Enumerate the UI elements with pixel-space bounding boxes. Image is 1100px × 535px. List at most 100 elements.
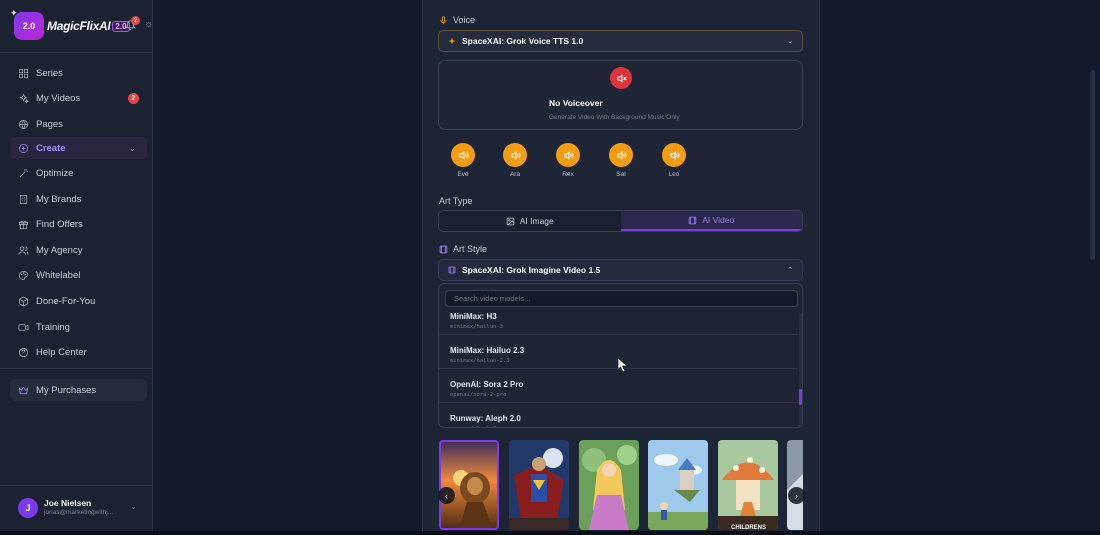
voice-name-leo: Leo	[668, 171, 680, 178]
brand[interactable]: ✦ 2.0 MagicFlixAI 2.0	[10, 8, 130, 40]
carousel-next-button[interactable]: ›	[788, 487, 805, 504]
brand-logo-badge: 2.0	[22, 21, 36, 31]
sidebar-item-label: My Agency	[36, 244, 83, 256]
art-type-section-label: Art Type	[439, 196, 472, 206]
sidebar-item-label: Help Center	[36, 346, 87, 358]
speaker-icon	[510, 150, 520, 160]
chevron-down-icon[interactable]: ⌄	[129, 144, 136, 153]
no-voiceover-title: No Voiceover	[549, 98, 603, 108]
sidebar: ✦ 2.0 MagicFlixAI 2.0 2 ☼ Series My Vide…	[0, 0, 153, 535]
sidebar-item-my-agency[interactable]: My Agency	[10, 239, 147, 261]
microphone-icon	[440, 15, 447, 24]
voice-select[interactable]: SpaceXAI: Grok Voice TTS 1.0 ⌄	[438, 30, 803, 52]
voice-name-ara: Ara	[509, 171, 521, 178]
voice-selected-value: SpaceXAI: Grok Voice TTS 1.0	[462, 36, 584, 46]
style-thumbnail-superhero[interactable]	[509, 440, 569, 530]
film-icon	[439, 245, 448, 253]
superhero-image	[509, 440, 569, 530]
brand-logo: ✦ 2.0	[10, 8, 44, 40]
avatar: J	[18, 498, 38, 518]
model-search-input[interactable]	[445, 290, 798, 307]
voice-option-rex[interactable]	[556, 143, 580, 167]
voice-option-ara[interactable]	[503, 143, 527, 167]
sidebar-item-whitelabel[interactable]: Whitelabel	[10, 264, 147, 286]
grid-icon	[19, 68, 28, 78]
model-scrollbar[interactable]	[799, 313, 802, 427]
sidebar-item-pages[interactable]: Pages	[10, 113, 147, 135]
help-circle-icon	[19, 347, 28, 357]
art-style-select[interactable]: SpaceXAI: Grok Imagine Video 1.5 ⌃	[438, 259, 803, 281]
no-voiceover-subtitle: Generate Video With Background Music Onl…	[549, 114, 680, 121]
style-thumbnail-next[interactable]	[787, 440, 803, 530]
art-type-option-label: AI Video	[702, 215, 735, 225]
film-icon	[689, 216, 697, 224]
art-style-selected-value: SpaceXAI: Grok Imagine Video 1.5	[462, 265, 601, 275]
art-type-ai-video[interactable]: AI Video	[620, 211, 802, 231]
sidebar-item-series[interactable]: Series	[10, 62, 147, 84]
voice-section-label: Voice	[439, 15, 475, 25]
voice-option-leo[interactable]	[662, 143, 686, 167]
chevron-down-icon[interactable]: ⌄	[130, 502, 137, 511]
voice-option-eve[interactable]	[451, 143, 475, 167]
sidebar-item-optimize[interactable]: Optimize	[10, 162, 147, 184]
mushroom-fox-image	[718, 440, 778, 530]
art-style-carousel	[438, 440, 803, 535]
art-type-ai-image[interactable]: AI Image	[439, 211, 621, 231]
video-icon	[18, 323, 29, 331]
sidebar-item-done-for-you[interactable]: Done-For-You	[10, 290, 147, 312]
sidebar-item-find-offers[interactable]: Find Offers	[10, 213, 147, 235]
sidebar-item-label: Find Offers	[36, 218, 83, 230]
users-icon	[18, 245, 29, 255]
theme-toggle-icon[interactable]: ☼	[144, 20, 154, 30]
art-type-option-label: AI Image	[519, 216, 554, 226]
model-dropdown: MiniMax: H3 minimax/hailuo-3 MiniMax: Ha…	[438, 283, 803, 428]
notification-badge: 2	[131, 16, 140, 25]
style-thumbnail-castle[interactable]	[648, 440, 708, 530]
sidebar-item-create[interactable]: Create ⌄	[10, 137, 147, 159]
sidebar-item-label: Series	[36, 67, 63, 79]
package-icon	[19, 295, 28, 307]
model-item-minimax-h3[interactable]: MiniMax: H3 minimax/hailuo-3	[439, 313, 798, 335]
film-icon	[448, 266, 456, 274]
user-menu[interactable]: J Joe Nielsen jonas@marketingwithj... ⌄	[0, 485, 153, 535]
art-type-label: Art Type	[439, 196, 473, 206]
model-item-runway-aleph[interactable]: Runway: Aleph 2.0 runway/aleph-2	[439, 403, 798, 427]
voice-name-sal: Sal	[616, 171, 626, 178]
wand-icon	[19, 168, 28, 177]
model-scrollbar-thumb[interactable]	[799, 389, 802, 405]
gift-icon	[19, 220, 28, 229]
model-name: MiniMax: H3	[450, 313, 497, 321]
window-bottom-edge	[0, 531, 1100, 535]
sidebar-item-my-brands[interactable]: My Brands	[10, 188, 147, 210]
palette-icon	[19, 270, 28, 280]
speaker-icon	[458, 150, 468, 160]
sidebar-item-my-videos[interactable]: My Videos 2	[10, 87, 147, 109]
sidebar-item-my-purchases[interactable]: My Purchases	[10, 379, 147, 401]
chevron-down-icon: ⌄	[787, 38, 793, 45]
sidebar-item-label: My Purchases	[36, 384, 97, 396]
model-id: minimax/hailuo-2.3	[450, 358, 510, 364]
model-id: minimax/hailuo-3	[450, 324, 503, 330]
style-thumbnail-princess[interactable]	[579, 440, 639, 530]
style-thumbnail-childrens[interactable]	[718, 440, 778, 530]
sparkles-icon	[19, 92, 29, 103]
carousel-prev-button[interactable]: ‹	[438, 487, 455, 504]
style-thumbnail-lion[interactable]	[439, 440, 499, 530]
voice-option-sal[interactable]	[609, 143, 633, 167]
sidebar-item-training[interactable]: Training	[10, 316, 147, 338]
speaker-icon	[669, 150, 679, 160]
snowy-scene-image	[787, 440, 803, 530]
model-item-openai-sora[interactable]: OpenAI: Sora 2 Pro openai/sora-2-pro	[439, 369, 798, 403]
floating-castle-image	[648, 440, 708, 530]
brand-name: MagicFlixAI	[47, 19, 111, 33]
globe-icon	[19, 119, 28, 129]
sidebar-item-help-center[interactable]: Help Center	[10, 341, 147, 363]
voice-label: Voice	[453, 15, 476, 25]
sidebar-divider	[0, 52, 153, 53]
page-scrollbar[interactable]	[1090, 70, 1095, 260]
speaker-icon	[616, 150, 626, 160]
user-email: jonas@marketingwithj...	[44, 509, 114, 516]
art-type-toggle: AI Image AI Video	[438, 210, 803, 232]
crown-icon	[18, 386, 29, 394]
user-name: Joe Nielsen	[44, 498, 92, 508]
